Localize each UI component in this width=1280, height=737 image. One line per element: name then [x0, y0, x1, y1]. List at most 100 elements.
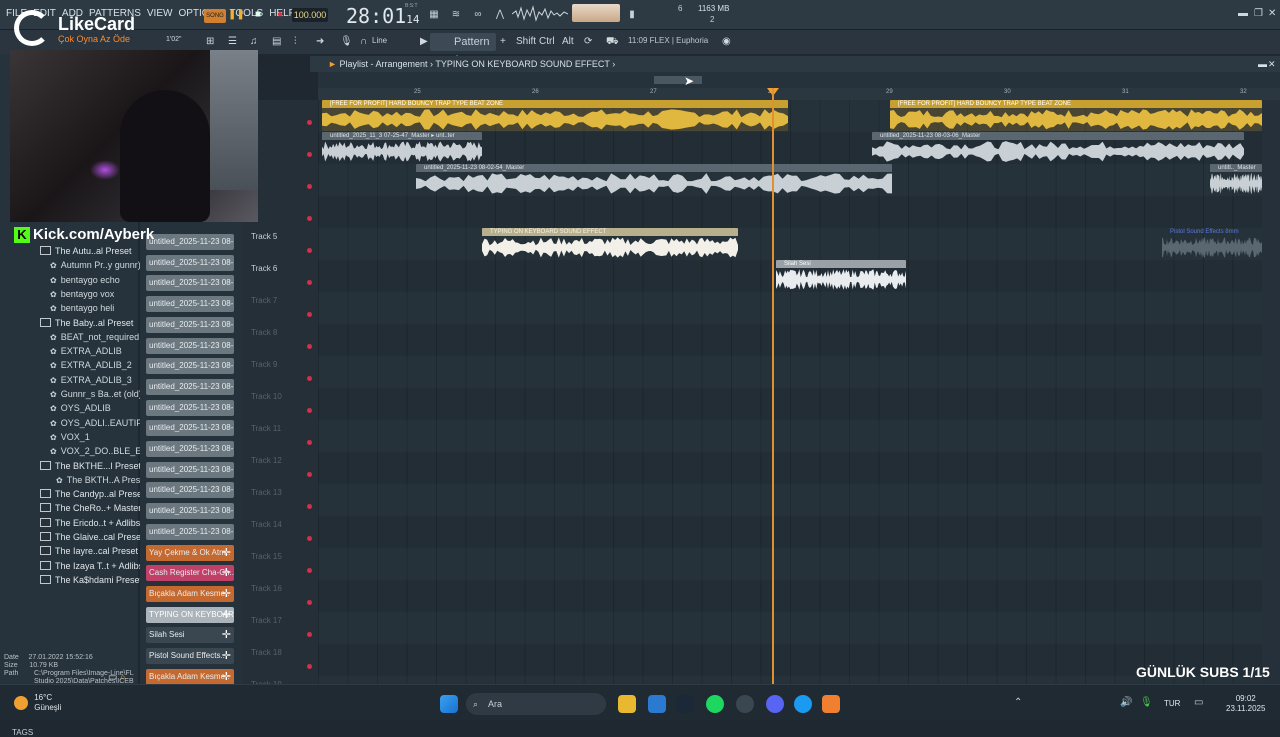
track-mute-dot[interactable] [307, 344, 312, 349]
track-mute-dot[interactable] [307, 536, 312, 541]
folder-icon[interactable]: ▭ [108, 672, 117, 683]
track-name[interactable]: Track 12 [251, 456, 282, 465]
typing-keyboard-icon[interactable]: ▦ [426, 8, 442, 22]
track-name[interactable]: Track 18 [251, 648, 282, 657]
magnet-icon[interactable]: ∩ [360, 36, 367, 47]
track-mute-dot[interactable] [307, 152, 312, 157]
vertical-scrollbar[interactable] [1262, 100, 1280, 684]
track-mute-dot[interactable] [307, 248, 312, 253]
browser-folder[interactable]: The Ka$hdami Preset [40, 575, 142, 585]
channel-button[interactable]: Pistol Sound Effects.. ✛ [146, 648, 234, 664]
track-name[interactable]: Track 14 [251, 520, 282, 529]
track-name[interactable]: Track 17 [251, 616, 282, 625]
typing-clip[interactable]: TYPING ON KEYBOARD SOUND EFFECT [482, 228, 738, 259]
track-name[interactable]: Track 9 [251, 360, 277, 369]
globe-icon[interactable]: ◉ [722, 36, 731, 47]
tray-chevron-icon[interactable]: ⌃ [1014, 697, 1022, 708]
browser-preset[interactable]: EXTRA_ADLIB [50, 346, 122, 356]
maximize-icon[interactable]: ❐ [1254, 8, 1263, 19]
channel-button[interactable]: untitled_2025-11-23 08- [146, 482, 234, 499]
track-mute-dot[interactable] [307, 280, 312, 285]
channel-button[interactable]: untitled_2025-11-23 08- [146, 441, 234, 457]
channel-button[interactable]: Silah Sesi ✛ [146, 627, 234, 644]
channel-button[interactable]: untitled_2025-11-23 08- [146, 296, 234, 313]
channel-button[interactable]: untitled_2025-11-23 08- [146, 316, 234, 333]
track-mute-dot[interactable] [307, 504, 312, 509]
current-pattern[interactable]: TYPING ON KEYBOARD SOUND EFFECT [435, 59, 609, 69]
channel-button[interactable]: untitled_2025-11-23 08- [146, 254, 234, 271]
metronome-icon[interactable]: ⋀ [492, 8, 508, 22]
weather-widget[interactable]: 16°C Güneşli [14, 693, 61, 713]
cart-icon[interactable]: ⛟ [606, 36, 619, 49]
add-channel-icon[interactable]: ✛ [222, 545, 231, 561]
track-name[interactable]: Track 11 [251, 424, 281, 433]
channel-button[interactable]: Yay Çekme & Ok Atm.. ✛ [146, 544, 234, 561]
vocal-clip-b[interactable]: untitled_2025-11-23 08-03-06_Master [872, 132, 1244, 163]
track-mute-dot[interactable] [307, 664, 312, 669]
timeline-ruler[interactable]: 2526272829303132 [318, 88, 1280, 100]
taskbar-search[interactable]: ⌕ Ara [466, 693, 606, 715]
track-name[interactable]: Track 10 [251, 392, 282, 401]
track-name[interactable]: Track 7 [251, 296, 277, 305]
channel-button[interactable]: Cash Register Cha-Ch.. ✛ [146, 565, 234, 582]
track-mute-dot[interactable] [307, 408, 312, 413]
channel-button[interactable]: Bıçakla Adam Kesme.. ✛ [146, 668, 234, 685]
track-mute-dot[interactable] [307, 568, 312, 573]
track-mute-dot[interactable] [307, 376, 312, 381]
playlist-overview[interactable] [318, 72, 1280, 88]
browser-folder[interactable]: The Glaive..cal Preset [40, 532, 144, 542]
record-icon[interactable]: ● [272, 8, 288, 22]
channel-button[interactable]: untitled_2025-11-23 08- [146, 420, 234, 437]
channel-button[interactable]: untitled_2025-11-23 08- [146, 503, 234, 520]
master-volume-slider[interactable]: ▮ [624, 8, 640, 22]
add-channel-icon[interactable]: ✛ [222, 607, 231, 623]
play-pattern-icon[interactable]: ▶ [420, 36, 428, 47]
track-name[interactable]: Track 16 [251, 584, 282, 593]
add-pattern-icon[interactable]: + [500, 36, 506, 47]
track-mute-dot[interactable] [307, 440, 312, 445]
browser-preset[interactable]: BEAT_not_required [50, 332, 139, 342]
pistol-clip[interactable]: Pistol Sound Effects 8mm [1162, 228, 1262, 259]
spotify-icon[interactable] [706, 695, 724, 713]
song-mode-button[interactable]: SONG [204, 9, 226, 23]
playlist-icon[interactable]: ▤ [272, 36, 281, 47]
track-mute-dot[interactable] [307, 312, 312, 317]
add-channel-icon[interactable]: ✛ [222, 565, 231, 581]
step-edit-icon[interactable]: ≋ [448, 8, 464, 22]
browser-preset[interactable]: bentaygo heli [50, 303, 115, 313]
track-name[interactable]: Track 5 [251, 232, 277, 241]
channel-button[interactable]: untitled_2025-11-23 08- [146, 337, 234, 354]
discord-icon[interactable] [766, 695, 784, 713]
playlist-grid[interactable]: [FREE FOR PROFIT] HARD BOUNCY TRAP TYPE … [318, 100, 1262, 684]
vocal-clip-d[interactable]: untitl.._Master [1210, 164, 1262, 195]
alt-button[interactable]: Alt [562, 36, 574, 47]
snap-mode-select[interactable]: Line [372, 36, 387, 45]
search-icon[interactable]: ⌕ [120, 672, 126, 683]
channel-button[interactable]: untitled_2025-11-23 08- [146, 275, 234, 292]
file-explorer-icon[interactable] [618, 695, 636, 713]
beat-clip-a[interactable]: [FREE FOR PROFIT] HARD BOUNCY TRAP TYPE … [322, 100, 788, 131]
steam-icon[interactable] [676, 695, 694, 713]
track-mute-dot[interactable] [307, 216, 312, 221]
browser-folder[interactable]: The Ericdo..t + Adlibs [40, 518, 140, 528]
browser-folder[interactable]: The Iayre..cal Preset [40, 546, 138, 556]
tempo-display[interactable]: 100.000 [292, 8, 328, 22]
channel-rack-icon[interactable]: ☰ [228, 36, 237, 47]
browser-preset[interactable]: The BKTH..A Preset [56, 475, 148, 485]
browser-preset[interactable]: Autumn Pr..y gunnr) [50, 260, 141, 270]
edge-icon[interactable] [794, 695, 812, 713]
track-mute-dot[interactable] [307, 184, 312, 189]
pause-icon[interactable]: ❚❚ [228, 8, 245, 22]
language-indicator[interactable]: TUR [1164, 699, 1180, 708]
channel-button[interactable]: TYPING ON KEYBOAR.. ✛ [146, 606, 234, 623]
browser-folder[interactable]: The Autu..al Preset [40, 246, 132, 256]
track-mute-dot[interactable] [307, 120, 312, 125]
browser-folder[interactable]: The CheRo..+ Master [40, 503, 141, 513]
network-icon[interactable]: ▭ [1194, 697, 1203, 708]
browser-preset[interactable]: OYS_ADLIB [50, 403, 111, 413]
add-channel-icon[interactable]: ✛ [222, 648, 231, 664]
volume-icon[interactable]: 🔊 [1120, 697, 1132, 708]
start-icon[interactable] [440, 695, 458, 713]
minimize-playlist-icon[interactable]: ▬ [1258, 56, 1267, 72]
pattern-selector[interactable]: Pattern 1 [430, 33, 496, 66]
